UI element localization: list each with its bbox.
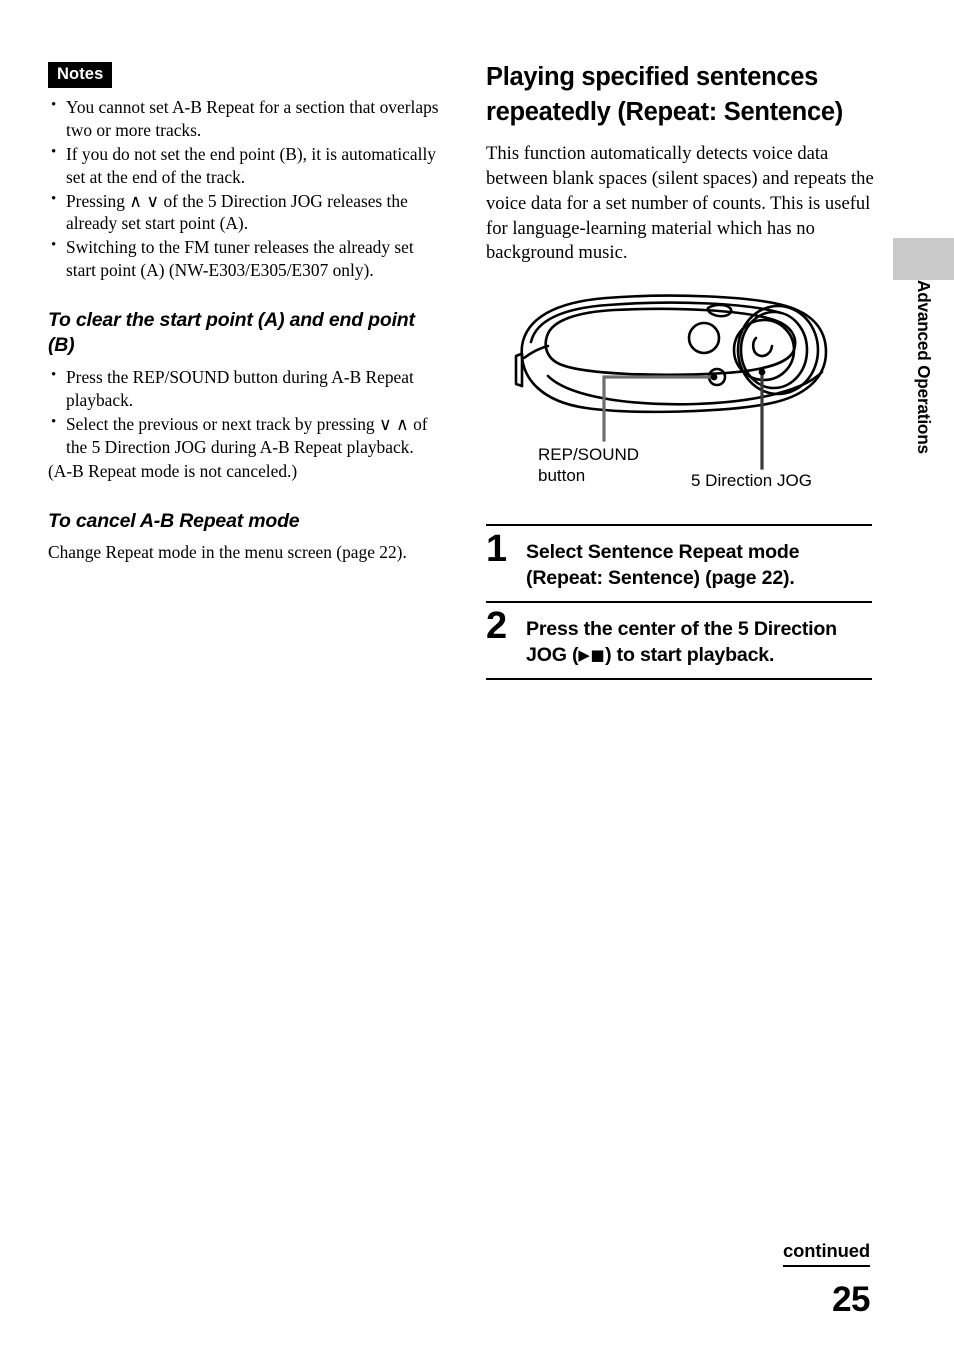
- intro-paragraph: This function automatically detects voic…: [486, 143, 874, 264]
- leader-dot-rep-sound: [710, 373, 718, 381]
- notes-badge: Notes: [48, 62, 113, 88]
- leader-line-rep-sound: [602, 375, 712, 442]
- list-item: You cannot set A-B Repeat for a section …: [48, 96, 444, 142]
- page-number: 25: [832, 1280, 870, 1319]
- page-title: Playing specified sentences repeatedly (…: [486, 63, 843, 127]
- step-1-text: Select Sentence Repeat mode (Repeat: Sen…: [526, 540, 800, 590]
- steps-section: 1 Select Sentence Repeat mode (Repeat: S…: [486, 523, 874, 681]
- list-item: If you do not set the end point (B), it …: [48, 143, 444, 189]
- callout-label-rep-sound: REP/SOUND button: [538, 444, 640, 486]
- list-item: Select the previous or next track by pre…: [48, 413, 444, 459]
- list-item: Pressing ∧ ∨ of the 5 Direction JOG rele…: [48, 190, 444, 236]
- side-tab-gray-block: [893, 238, 954, 280]
- leader-dot-jog: [758, 368, 766, 376]
- step-2: 2 Press the center of the 5 Direction JO…: [486, 603, 874, 678]
- step-1: 1 Select Sentence Repeat mode (Repeat: S…: [486, 526, 874, 601]
- step-2-text-after: ) to start playback.: [605, 644, 775, 667]
- clear-points-heading: To clear the start point (A) and end poi…: [48, 309, 415, 357]
- list-item: Switching to the FM tuner releases the a…: [48, 236, 444, 282]
- play-stop-glyphs: ▶■: [578, 646, 606, 665]
- step-2-number: 2: [486, 605, 507, 648]
- footer-continued: continued: [783, 1240, 870, 1267]
- callout-label-5-direction-jog: 5 Direction JOG: [691, 470, 812, 490]
- clear-points-list: Press the REP/SOUND button during A-B Re…: [48, 366, 444, 459]
- cancel-body: Change Repeat mode in the menu screen (p…: [48, 542, 407, 563]
- clear-points-note: (A-B Repeat mode is not canceled.): [48, 461, 298, 482]
- step-divider-bottom: [486, 678, 872, 681]
- notes-list: You cannot set A-B Repeat for a section …: [48, 96, 444, 283]
- list-item: Press the REP/SOUND button during A-B Re…: [48, 366, 444, 412]
- player-illustration: REP/SOUND button 5 Direction JOG: [486, 280, 874, 510]
- cancel-heading: To cancel A-B Repeat mode: [48, 510, 300, 533]
- side-tab-label: Advanced Operations: [914, 280, 934, 454]
- step-1-number: 1: [486, 527, 507, 570]
- step-2-text: Press the center of the 5 Direction JOG …: [526, 609, 874, 668]
- side-tab-label-container: Advanced Operations: [893, 280, 954, 540]
- right-column: Playing specified sentences repeatedly (…: [486, 60, 874, 681]
- left-column: Notes You cannot set A-B Repeat for a se…: [48, 62, 444, 564]
